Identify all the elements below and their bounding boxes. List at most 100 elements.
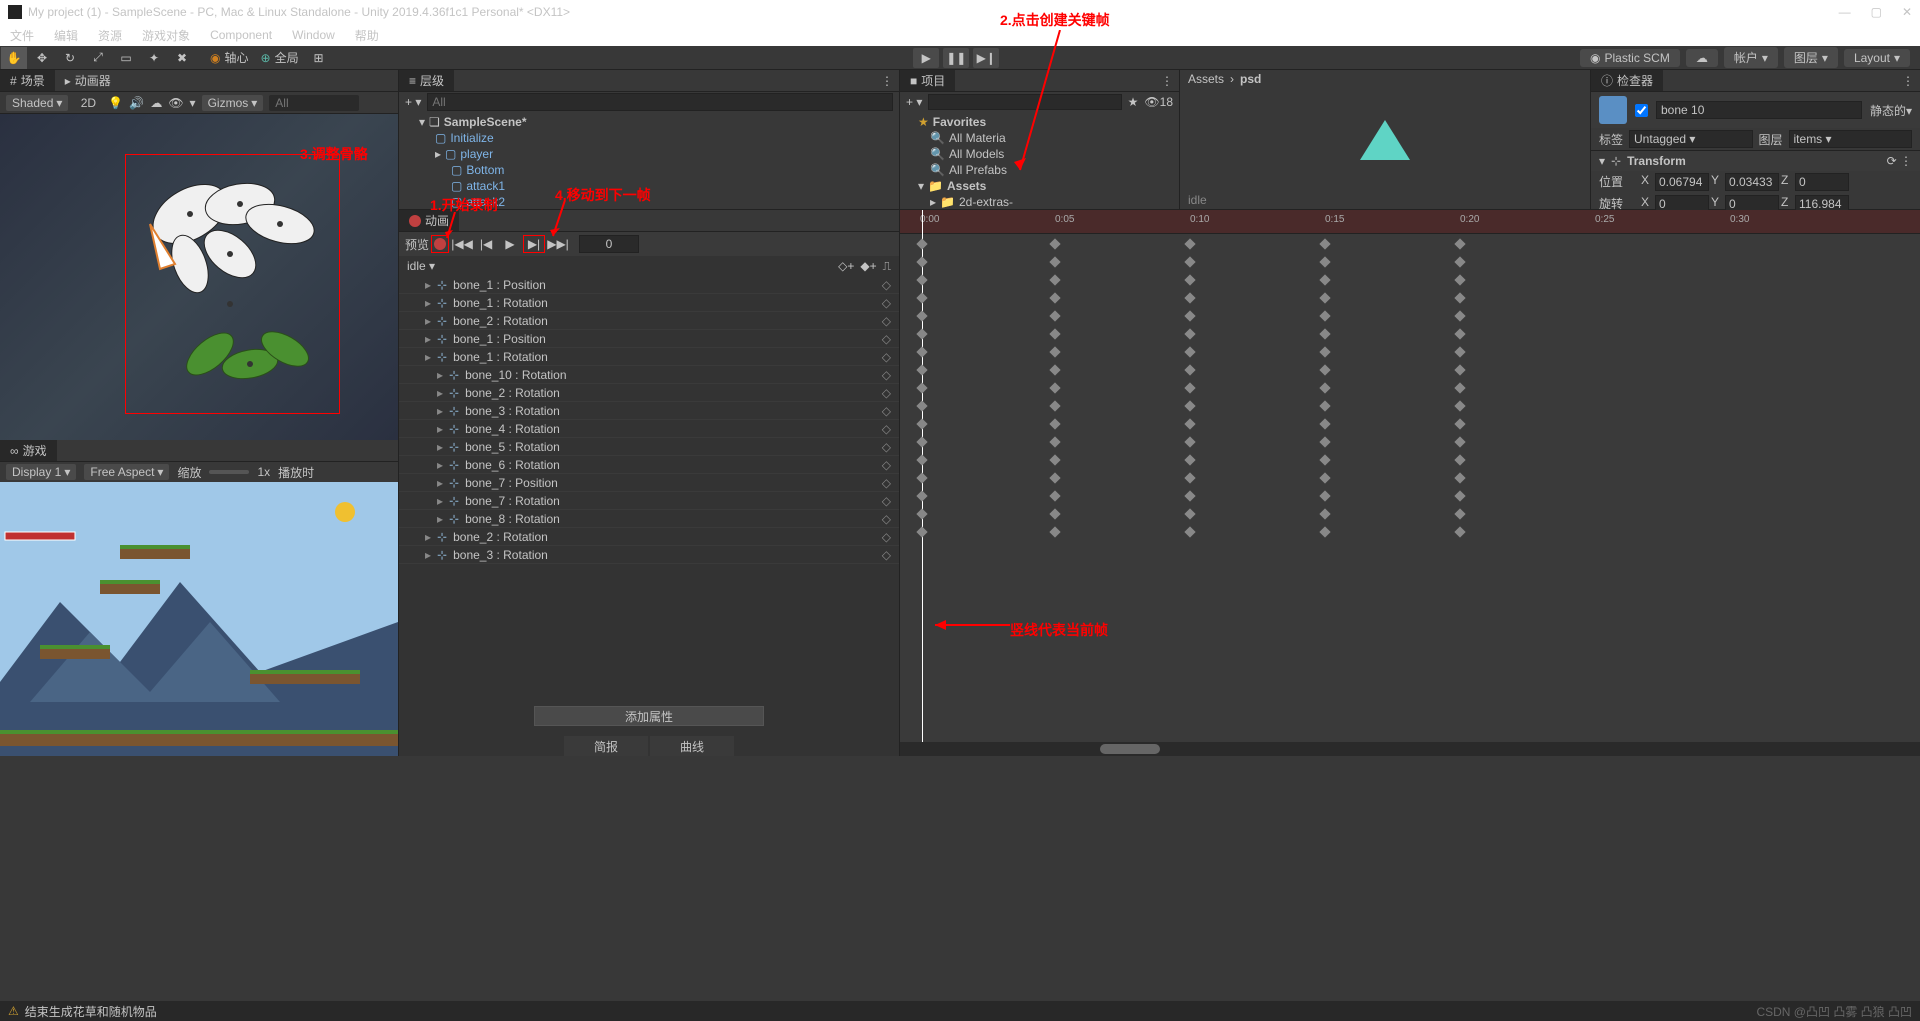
hidden-icon[interactable]: 👁 bbox=[168, 96, 183, 110]
keyframe[interactable] bbox=[1049, 508, 1060, 519]
tab-dopesheet[interactable]: 简报 bbox=[564, 736, 648, 756]
frame-input[interactable] bbox=[579, 235, 639, 253]
property-row[interactable]: ▸⊹bone_1 : Position◇ bbox=[399, 276, 899, 294]
keyframe[interactable] bbox=[916, 346, 927, 357]
play-button[interactable]: ▶ bbox=[913, 48, 939, 68]
menu-help[interactable]: 帮助 bbox=[355, 27, 379, 44]
property-row[interactable]: ▸⊹bone_6 : Rotation◇ bbox=[399, 456, 899, 474]
static-dropdown[interactable]: 静态的▾ bbox=[1870, 102, 1912, 119]
hierarchy-item[interactable]: ▸▢player bbox=[399, 146, 899, 162]
aspect-dropdown[interactable]: Free Aspect▾ bbox=[84, 464, 169, 480]
add-property-button[interactable]: 添加属性 bbox=[534, 706, 764, 726]
keyframe[interactable] bbox=[1454, 256, 1465, 267]
property-row[interactable]: ▸⊹bone_2 : Rotation◇ bbox=[399, 312, 899, 330]
keyframe[interactable] bbox=[1319, 256, 1330, 267]
keyframe[interactable] bbox=[1454, 364, 1465, 375]
keyframe[interactable] bbox=[1319, 310, 1330, 321]
keyframe[interactable] bbox=[916, 526, 927, 537]
menu-window[interactable]: Window bbox=[292, 28, 335, 42]
keyframe[interactable] bbox=[1049, 292, 1060, 303]
favorites-icon[interactable]: ★ bbox=[1128, 95, 1139, 109]
keyframe[interactable] bbox=[916, 382, 927, 393]
hierarchy-item[interactable]: ▢Initialize bbox=[399, 130, 899, 146]
keyframe[interactable] bbox=[1454, 490, 1465, 501]
keyframe[interactable] bbox=[1454, 292, 1465, 303]
active-checkbox[interactable] bbox=[1635, 104, 1648, 117]
keyframe[interactable] bbox=[1184, 310, 1195, 321]
keyframe[interactable] bbox=[1184, 436, 1195, 447]
property-row[interactable]: ▸⊹bone_4 : Rotation◇ bbox=[399, 420, 899, 438]
asset-preview[interactable] bbox=[1180, 88, 1590, 191]
menu-assets[interactable]: 资源 bbox=[98, 27, 122, 44]
hierarchy-search[interactable] bbox=[427, 93, 893, 111]
keyframe[interactable] bbox=[916, 508, 927, 519]
keyframe[interactable] bbox=[1184, 526, 1195, 537]
menu-component[interactable]: Component bbox=[210, 28, 272, 42]
tab-game[interactable]: ∞游戏 bbox=[0, 440, 57, 461]
keyframe[interactable] bbox=[1319, 328, 1330, 339]
keyframe[interactable] bbox=[1184, 382, 1195, 393]
keyframe[interactable] bbox=[1184, 238, 1195, 249]
tab-hierarchy[interactable]: ≡层级 bbox=[399, 70, 454, 91]
keyframe[interactable] bbox=[1049, 256, 1060, 267]
keyframe[interactable] bbox=[1049, 382, 1060, 393]
keyframe[interactable] bbox=[916, 292, 927, 303]
keyframe[interactable] bbox=[1454, 454, 1465, 465]
keyframe[interactable] bbox=[916, 328, 927, 339]
close-button[interactable]: ✕ bbox=[1902, 5, 1912, 19]
keyframe[interactable] bbox=[1184, 256, 1195, 267]
gizmos-dropdown[interactable]: Gizmos▾ bbox=[202, 95, 264, 111]
property-row[interactable]: ▸⊹bone_2 : Rotation◇ bbox=[399, 528, 899, 546]
maximize-button[interactable]: ▢ bbox=[1871, 5, 1882, 19]
rotate-tool[interactable]: ↻ bbox=[57, 47, 83, 69]
keyframe[interactable] bbox=[1184, 364, 1195, 375]
keyframe[interactable] bbox=[1184, 274, 1195, 285]
project-create[interactable]: + ▾ bbox=[906, 95, 922, 109]
keyframe[interactable] bbox=[1454, 472, 1465, 483]
scene-search[interactable] bbox=[269, 95, 359, 111]
keyframe[interactable] bbox=[1454, 400, 1465, 411]
create-dropdown[interactable]: + ▾ bbox=[405, 95, 421, 109]
keyframe[interactable] bbox=[1184, 400, 1195, 411]
pos-y[interactable] bbox=[1725, 173, 1779, 191]
clip-dropdown[interactable]: idle ▾ bbox=[407, 259, 435, 273]
audio-icon[interactable]: 🔊 bbox=[129, 96, 144, 110]
keyframe[interactable] bbox=[916, 436, 927, 447]
property-row[interactable]: ▸⊹bone_7 : Rotation◇ bbox=[399, 492, 899, 510]
keyframe[interactable] bbox=[916, 238, 927, 249]
keyframe[interactable] bbox=[1319, 346, 1330, 357]
keyframe[interactable] bbox=[1319, 364, 1330, 375]
filter-icon[interactable]: ⎍ bbox=[883, 259, 891, 274]
keyframe[interactable] bbox=[1319, 472, 1330, 483]
account-dropdown[interactable]: 帐户▾ bbox=[1724, 47, 1778, 68]
scene-view[interactable]: 3.调整骨骼 bbox=[0, 114, 398, 440]
keyframe[interactable] bbox=[1049, 400, 1060, 411]
fx-icon[interactable]: ☁ bbox=[150, 96, 162, 110]
light-icon[interactable]: 💡 bbox=[108, 96, 123, 110]
tag-dropdown[interactable]: Untagged ▾ bbox=[1629, 130, 1752, 148]
keyframe[interactable] bbox=[1049, 436, 1060, 447]
property-row[interactable]: ▸⊹bone_2 : Rotation◇ bbox=[399, 384, 899, 402]
keyframe[interactable] bbox=[916, 472, 927, 483]
mode-2d[interactable]: 2D bbox=[75, 92, 101, 114]
layer-dropdown[interactable]: items ▾ bbox=[1789, 130, 1912, 148]
keyframe[interactable] bbox=[1319, 436, 1330, 447]
prev-frame-button[interactable]: |◀ bbox=[475, 235, 497, 253]
breadcrumb[interactable]: Assets›psd bbox=[1180, 70, 1590, 88]
keyframe[interactable] bbox=[1454, 508, 1465, 519]
pos-x[interactable] bbox=[1655, 173, 1709, 191]
keyframe[interactable] bbox=[916, 418, 927, 429]
property-row[interactable]: ▸⊹bone_3 : Rotation◇ bbox=[399, 546, 899, 564]
keyframe[interactable] bbox=[1049, 274, 1060, 285]
keyframe[interactable] bbox=[1319, 418, 1330, 429]
scale-slider[interactable] bbox=[209, 470, 249, 474]
gameobject-name[interactable] bbox=[1656, 101, 1862, 119]
assets-row[interactable]: ▾📁Assets bbox=[906, 178, 1173, 194]
keyframe[interactable] bbox=[1049, 346, 1060, 357]
keyframe[interactable] bbox=[1049, 364, 1060, 375]
menu-gameobject[interactable]: 游戏对象 bbox=[142, 27, 190, 44]
project-menu-icon[interactable]: ⋮ bbox=[1161, 74, 1179, 88]
pause-button[interactable]: ❚❚ bbox=[943, 48, 969, 68]
tab-animator[interactable]: ▸动画器 bbox=[55, 70, 121, 91]
tab-inspector[interactable]: ⓘ检查器 bbox=[1591, 70, 1663, 91]
